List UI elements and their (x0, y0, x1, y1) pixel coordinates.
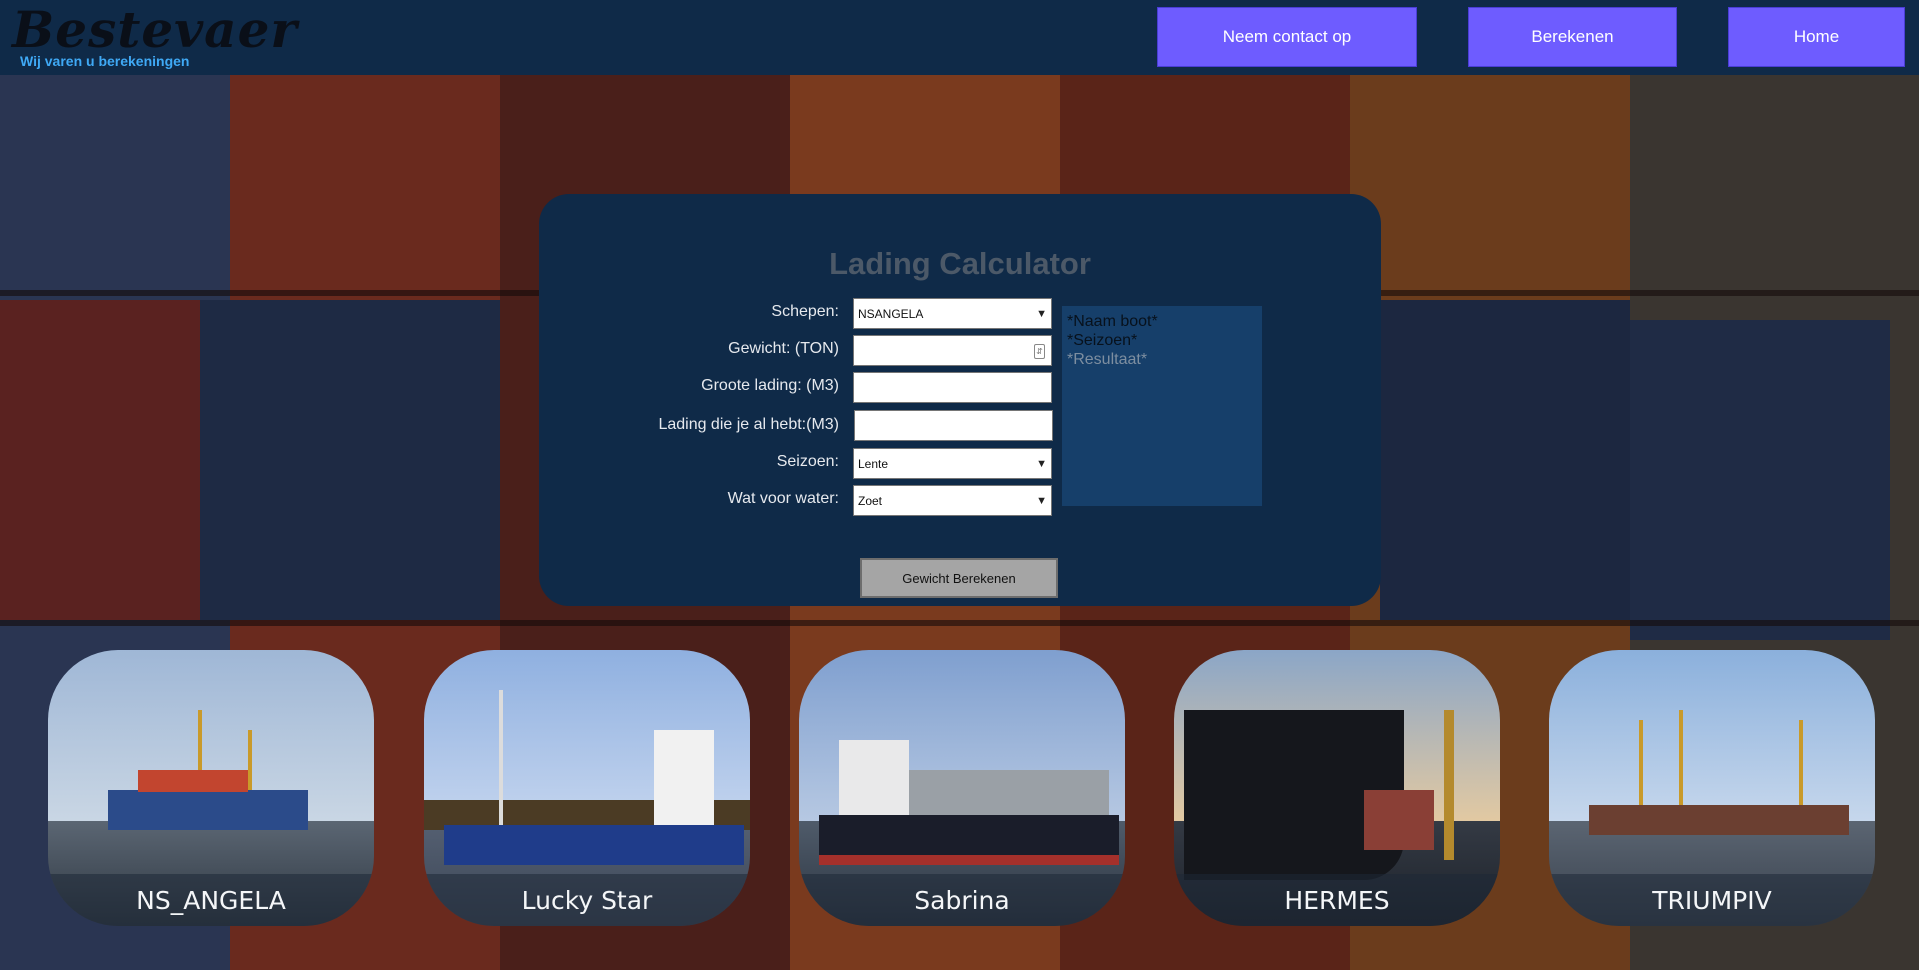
ship-hull-stripe (819, 855, 1119, 865)
chevron-down-icon: ▼ (1036, 495, 1047, 507)
logo-title[interactable]: Bestevaer (12, 0, 298, 59)
ship-name-label: TRIUMPIV (1549, 874, 1875, 926)
number-spinner-icon[interactable]: ⇵ (1034, 344, 1045, 359)
al-hebt-input[interactable] (854, 410, 1053, 441)
gewicht-input[interactable]: ⇵ (853, 335, 1052, 366)
port-buildings (909, 770, 1109, 820)
logo-subtitle: Wij varen u berekeningen (20, 53, 190, 69)
ship-name-label: NS_ANGELA (48, 874, 374, 926)
water-select[interactable]: Zoet ▼ (853, 485, 1052, 516)
ship-card-triumpiv[interactable]: TRIUMPIV (1549, 650, 1875, 926)
result-output: *Naam boot* *Seizoen* *Resultaat* (1062, 306, 1262, 506)
gewicht-berekenen-button[interactable]: Gewicht Berekenen (860, 558, 1058, 598)
water-label: Wat voor water: (727, 490, 839, 507)
result-naam-boot: *Naam boot* (1067, 313, 1158, 330)
ship-hull (444, 825, 744, 865)
site-header: Bestevaer Wij varen u berekeningen Neem … (0, 0, 1919, 75)
groote-lading-label: Groote lading: (M3) (701, 377, 839, 394)
ship-card-ns-angela[interactable]: NS_ANGELA (48, 650, 374, 926)
crane-shape (1679, 710, 1683, 820)
nav-home-button[interactable]: Home (1728, 7, 1905, 67)
ship-hull (108, 790, 308, 830)
ship-hull (1589, 805, 1849, 835)
port-building (1364, 790, 1434, 850)
lading-calculator-card: Lading Calculator Schepen: NSANGELA ▼ Ge… (539, 194, 1381, 606)
chevron-down-icon: ▼ (1036, 458, 1047, 470)
ship-bridge (654, 730, 714, 830)
schepen-label: Schepen: (771, 303, 839, 320)
nav-berekenen-button[interactable]: Berekenen (1468, 7, 1677, 67)
seizoen-label: Seizoen: (776, 453, 839, 470)
ship-card-hermes[interactable]: HERMES (1174, 650, 1500, 926)
result-seizoen: *Seizoen* (1067, 332, 1138, 349)
ship-photo-sky (1549, 650, 1875, 822)
ship-name-label: Sabrina (799, 874, 1125, 926)
water-value: Zoet (858, 493, 883, 508)
chevron-down-icon: ▼ (1036, 308, 1047, 320)
ship-card-lucky-star[interactable]: Lucky Star (424, 650, 750, 926)
ship-name-label: Lucky Star (424, 874, 750, 926)
mast-shape (499, 690, 503, 830)
gewicht-label: Gewicht: (TON) (728, 340, 839, 357)
calculator-title: Lading Calculator (829, 246, 1091, 281)
ship-bridge (839, 740, 909, 820)
crane-shape (1444, 710, 1454, 860)
schepen-select[interactable]: NSANGELA ▼ (853, 298, 1052, 329)
ship-cargo (138, 770, 248, 792)
seizoen-value: Lente (858, 456, 889, 471)
ship-name-label: HERMES (1174, 874, 1500, 926)
groote-lading-input[interactable] (853, 372, 1052, 403)
al-hebt-label: Lading die je al hebt:(M3) (658, 416, 839, 433)
result-resultaat: *Resultaat* (1067, 351, 1148, 368)
schepen-value: NSANGELA (858, 306, 924, 321)
ship-card-sabrina[interactable]: Sabrina (799, 650, 1125, 926)
nav-contact-button[interactable]: Neem contact op (1157, 7, 1417, 67)
seizoen-select[interactable]: Lente ▼ (853, 448, 1052, 479)
